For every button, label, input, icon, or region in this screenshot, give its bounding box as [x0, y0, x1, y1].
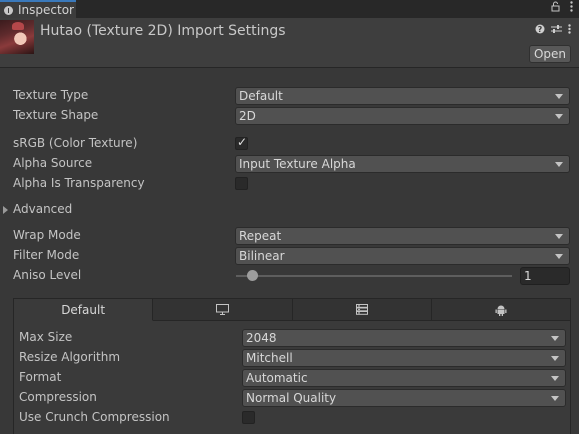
kebab-menu-icon[interactable] — [570, 1, 573, 15]
svg-text:?: ? — [538, 25, 543, 34]
resize-algorithm-row: Resize Algorithm Mitchell — [14, 348, 570, 368]
chevron-down-icon — [551, 356, 559, 361]
aniso-level-input[interactable]: 1 — [520, 267, 570, 285]
alpha-is-transparency-row: Alpha Is Transparency — [0, 174, 579, 194]
advanced-label: Advanced — [13, 202, 73, 216]
chevron-down-icon — [551, 336, 559, 341]
srgb-checkbox[interactable]: ✓ — [235, 135, 248, 150]
texture-shape-dropdown[interactable]: 2D — [235, 107, 570, 125]
chevron-down-icon — [555, 162, 563, 167]
texture-type-row: Texture Type Default — [0, 86, 579, 106]
srgb-row: sRGB (Color Texture) ✓ — [0, 134, 579, 154]
resize-algorithm-value: Mitchell — [246, 351, 293, 365]
tab-inspector-label: Inspector — [18, 3, 74, 17]
monitor-icon — [215, 304, 229, 315]
aniso-level-row: Aniso Level 1 — [0, 266, 579, 286]
chevron-down-icon — [555, 94, 563, 99]
alpha-is-transparency-label: Alpha Is Transparency — [13, 176, 145, 190]
filter-mode-label: Filter Mode — [13, 248, 80, 262]
use-crunch-checkbox[interactable] — [242, 411, 255, 424]
tab-default-label: Default — [61, 302, 106, 317]
compression-dropdown[interactable]: Normal Quality — [242, 389, 566, 407]
aniso-level-slider-handle[interactable] — [247, 270, 259, 281]
format-row: Format Automatic — [14, 368, 570, 388]
tab-android[interactable] — [431, 299, 570, 321]
aniso-level-label: Aniso Level — [13, 268, 82, 282]
platform-settings-panel: Default Max Size 2048 Resize Algorithm M — [13, 298, 571, 434]
aniso-level-slider[interactable] — [236, 275, 512, 277]
filter-mode-value: Bilinear — [239, 249, 285, 263]
texture-type-value: Default — [239, 89, 283, 103]
texture-type-label: Texture Type — [13, 88, 89, 102]
tab-server[interactable] — [292, 299, 432, 321]
platform-tabs: Default — [14, 299, 570, 321]
wrap-mode-value: Repeat — [239, 229, 282, 243]
kebab-menu-icon[interactable] — [568, 24, 571, 37]
info-icon — [4, 5, 13, 15]
alpha-source-row: Alpha Source Input Texture Alpha — [0, 154, 579, 174]
filter-mode-dropdown[interactable]: Bilinear — [235, 247, 570, 265]
chevron-down-icon — [555, 234, 563, 239]
srgb-label: sRGB (Color Texture) — [13, 136, 138, 150]
texture-shape-value: 2D — [239, 109, 256, 123]
import-settings-header: Hutao (Texture 2D) Import Settings ? Ope… — [0, 18, 579, 68]
android-icon — [495, 304, 507, 316]
alpha-source-label: Alpha Source — [13, 156, 93, 170]
format-label: Format — [19, 370, 62, 384]
resize-algorithm-label: Resize Algorithm — [19, 350, 121, 364]
advanced-foldout[interactable]: Advanced — [0, 200, 579, 220]
wrap-mode-label: Wrap Mode — [13, 228, 81, 242]
texture-shape-row: Texture Shape 2D — [0, 106, 579, 126]
wrap-mode-dropdown[interactable]: Repeat — [235, 227, 570, 245]
compression-value: Normal Quality — [246, 391, 337, 405]
checkmark-icon: ✓ — [237, 135, 248, 149]
header-actions: ? — [535, 24, 571, 37]
server-icon — [355, 304, 368, 315]
alpha-is-transparency-checkbox[interactable] — [235, 177, 248, 190]
max-size-dropdown[interactable]: 2048 — [242, 329, 566, 347]
sliders-icon[interactable] — [551, 24, 562, 37]
chevron-down-icon — [551, 396, 559, 401]
alpha-source-value: Input Texture Alpha — [239, 157, 356, 171]
window-tabbar: Inspector — [0, 0, 579, 18]
max-size-label: Max Size — [19, 330, 73, 344]
tab-inspector[interactable]: Inspector — [0, 0, 76, 18]
texture-type-dropdown[interactable]: Default — [235, 87, 570, 105]
max-size-value: 2048 — [246, 331, 277, 345]
use-crunch-row: Use Crunch Compression — [14, 408, 570, 428]
max-size-row: Max Size 2048 — [14, 328, 570, 348]
texture-shape-label: Texture Shape — [13, 108, 99, 122]
tab-standalone[interactable] — [153, 299, 293, 321]
compression-row: Compression Normal Quality — [14, 388, 570, 408]
compression-label: Compression — [19, 390, 97, 404]
wrap-mode-row: Wrap Mode Repeat — [0, 226, 579, 246]
chevron-down-icon — [551, 376, 559, 381]
help-icon[interactable]: ? — [535, 24, 545, 37]
tabbar-actions — [551, 1, 573, 15]
resize-algorithm-dropdown[interactable]: Mitchell — [242, 349, 566, 367]
texture-thumbnail — [0, 20, 34, 54]
format-dropdown[interactable]: Automatic — [242, 369, 566, 387]
filter-mode-row: Filter Mode Bilinear — [0, 246, 579, 266]
format-value: Automatic — [246, 371, 308, 385]
page-title: Hutao (Texture 2D) Import Settings — [40, 23, 286, 39]
chevron-right-icon — [3, 206, 8, 214]
open-button[interactable]: Open — [529, 45, 571, 63]
alpha-source-dropdown[interactable]: Input Texture Alpha — [235, 155, 570, 173]
tab-default[interactable]: Default — [14, 299, 154, 321]
lock-icon[interactable] — [551, 1, 560, 15]
chevron-down-icon — [555, 114, 563, 119]
use-crunch-label: Use Crunch Compression — [19, 410, 170, 424]
chevron-down-icon — [555, 254, 563, 259]
